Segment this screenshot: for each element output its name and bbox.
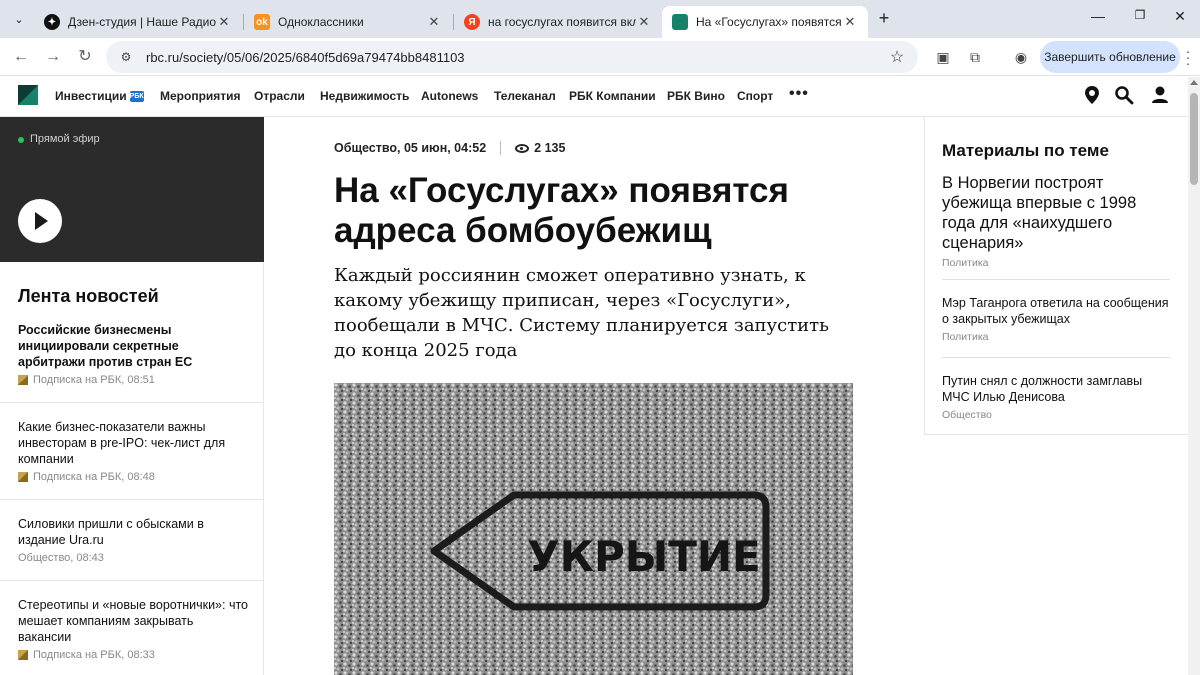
related-item-title[interactable]: Мэр Таганрога ответила на сообщения о за… [942, 295, 1170, 327]
restore-icon[interactable]: ❐ [1130, 8, 1150, 22]
back-icon[interactable]: ← [10, 46, 32, 68]
reload-icon[interactable]: ↻ [74, 46, 96, 68]
pro-badge-icon: РБК [129, 91, 144, 103]
feed-item-title[interactable]: Российские бизнесмены инициировали секре… [18, 322, 248, 370]
feed-title: Лента новостей [18, 286, 159, 306]
close-tab-icon[interactable]: ✕ [426, 14, 442, 30]
feed-item-meta: Общество, 08:43 [18, 552, 104, 564]
live-indicator-icon [18, 137, 24, 143]
shelter-sign-image: УКРЫТИЕ [334, 383, 853, 675]
browser-tab[interactable]: ok Одноклассники ✕ [244, 6, 452, 38]
nav-item-industries[interactable]: Отрасли [254, 89, 305, 103]
related-item-category: Политика [942, 331, 989, 343]
nav-item-companies[interactable]: РБК Компании [569, 89, 656, 103]
article-headline: На «Госуслугах» появятся адреса бомбоубе… [334, 171, 789, 250]
url-text[interactable]: rbc.ru/society/05/06/2025/6840f5d69a7947… [146, 50, 886, 65]
views-icon [515, 143, 530, 153]
browser-toolbar: ← → ↻ ⚙ rbc.ru/society/05/06/2025/6840f5… [0, 38, 1200, 76]
divider [942, 357, 1170, 358]
article-views: 2 135 [534, 141, 566, 155]
article-meta: Общество, 05 июн, 04:52 2 135 [334, 141, 565, 155]
user-icon[interactable] [1150, 85, 1170, 105]
zen-icon: ✦ [44, 14, 60, 30]
minimize-icon[interactable]: — [1088, 8, 1108, 24]
close-window-icon[interactable]: ✕ [1170, 8, 1190, 25]
scroll-up-arrow-icon[interactable] [1190, 80, 1198, 85]
more-menu-icon[interactable]: ••• [789, 85, 809, 103]
article: Общество, 05 июн, 04:52 2 135 На «Госусл… [264, 117, 924, 675]
yandex-icon: Я [464, 14, 480, 30]
browser-tab[interactable]: ✦ Дзен-студия | Наше Радио усл ✕ [34, 6, 242, 38]
rbc-logo[interactable] [18, 85, 38, 105]
close-tab-icon[interactable]: ✕ [842, 14, 858, 30]
feed-item-meta: Подписка на РБК, 08:48 [18, 471, 248, 483]
browser-menu-icon[interactable]: · · · [1182, 44, 1194, 70]
nav-item-events[interactable]: Мероприятия [160, 89, 241, 103]
divider [942, 279, 1170, 280]
feed-item-title[interactable]: Какие бизнес-показатели важны инвесторам… [18, 419, 248, 467]
page-scrollbar[interactable] [1188, 77, 1200, 675]
nav-item-tv[interactable]: Телеканал [494, 89, 556, 103]
scrollbar-thumb[interactable] [1190, 93, 1198, 185]
extension-icon[interactable]: ▣ [932, 46, 954, 68]
site-info-icon[interactable]: ⚙ [118, 50, 134, 64]
divider [0, 402, 264, 403]
ok-icon: ok [254, 14, 270, 30]
related-item[interactable]: Мэр Таганрога ответила на сообщения о за… [942, 295, 1170, 343]
subscription-icon [18, 472, 28, 482]
feed-item[interactable]: Российские бизнесмены инициировали секре… [18, 322, 248, 386]
feed-item[interactable]: Силовики пришли с обысками в издание Ura… [18, 516, 248, 564]
related-item-title[interactable]: Путин снял с должности замглавы МЧС Илью… [942, 373, 1170, 405]
related-item-title[interactable]: В Норвегии построят убежища впервые с 19… [942, 173, 1170, 253]
tab-search-dropdown-icon[interactable]: ⌄ [8, 8, 30, 30]
related-item[interactable]: В Норвегии построят убежища впервые с 19… [942, 173, 1170, 269]
nav-item-investments[interactable]: Инвестиции РБК [55, 89, 144, 103]
puzzle-extensions-icon[interactable]: ⧉ [964, 46, 986, 68]
new-tab-icon[interactable]: + [874, 9, 894, 29]
article-photo[interactable]: УКРЫТИЕ [334, 383, 853, 675]
live-player: Прямой эфир [0, 117, 264, 262]
site-header: Инвестиции РБК Мероприятия Отрасли Недвиж… [0, 77, 1188, 117]
news-feed: Лента новостей Российские бизнесмены ини… [0, 262, 264, 675]
live-label: Прямой эфир [30, 133, 100, 145]
forward-icon[interactable]: → [42, 46, 64, 68]
subscription-icon [18, 650, 28, 660]
divider [0, 499, 264, 500]
related-title: Материалы по теме [942, 141, 1109, 160]
feed-item[interactable]: Стереотипы и «новые воротнички»: что меш… [18, 597, 248, 661]
nav-item-sport[interactable]: Спорт [737, 89, 773, 103]
related-item-category: Политика [942, 257, 989, 269]
nav-item-realty[interactable]: Недвижимость [320, 89, 409, 103]
related-item[interactable]: Путин снял с должности замглавы МЧС Илью… [942, 373, 1170, 421]
feed-item-title[interactable]: Стереотипы и «новые воротнички»: что меш… [18, 597, 248, 645]
search-icon[interactable] [1114, 85, 1134, 105]
close-tab-icon[interactable]: ✕ [636, 14, 652, 30]
divider [0, 580, 264, 581]
browser-tab-strip: ⌄ ✦ Дзен-студия | Наше Радио усл ✕ ok Од… [0, 0, 1200, 38]
feed-item-meta: Подписка на РБК, 08:33 [18, 649, 248, 661]
rbc-icon [672, 14, 688, 30]
divider [500, 141, 502, 155]
article-category-date[interactable]: Общество, 05 июн, 04:52 [334, 141, 486, 155]
subscription-icon [18, 375, 28, 385]
browser-tab[interactable]: Я на госуслугах появится вклад ✕ [454, 6, 662, 38]
feed-item-title[interactable]: Силовики пришли с обысками в издание Ura… [18, 516, 248, 548]
nav-item-autonews[interactable]: Autonews [421, 89, 478, 103]
feed-item[interactable]: Какие бизнес-показатели важны инвесторам… [18, 419, 248, 483]
profile-icon[interactable]: ◉ [1010, 46, 1032, 68]
update-button[interactable]: Завершить обновление [1040, 41, 1180, 73]
related-materials: Материалы по теме В Норвегии построят уб… [924, 117, 1188, 435]
close-tab-icon[interactable]: ✕ [216, 14, 232, 30]
related-item-category: Общество [942, 409, 992, 421]
bookmark-star-icon[interactable]: ☆ [886, 47, 908, 67]
feed-item-meta: Подписка на РБК, 08:51 [18, 374, 248, 386]
address-bar[interactable]: ⚙ rbc.ru/society/05/06/2025/6840f5d69a79… [106, 41, 918, 73]
article-lead: Каждый россиянин сможет оперативно узнат… [334, 265, 829, 361]
play-icon[interactable] [18, 199, 62, 243]
photo-sign-text: УКРЫТИЕ [527, 532, 761, 581]
location-icon[interactable] [1082, 85, 1102, 105]
browser-tab-active[interactable]: На «Госуслугах» появятся адре ✕ [662, 6, 868, 38]
nav-item-wine[interactable]: РБК Вино [667, 89, 725, 103]
